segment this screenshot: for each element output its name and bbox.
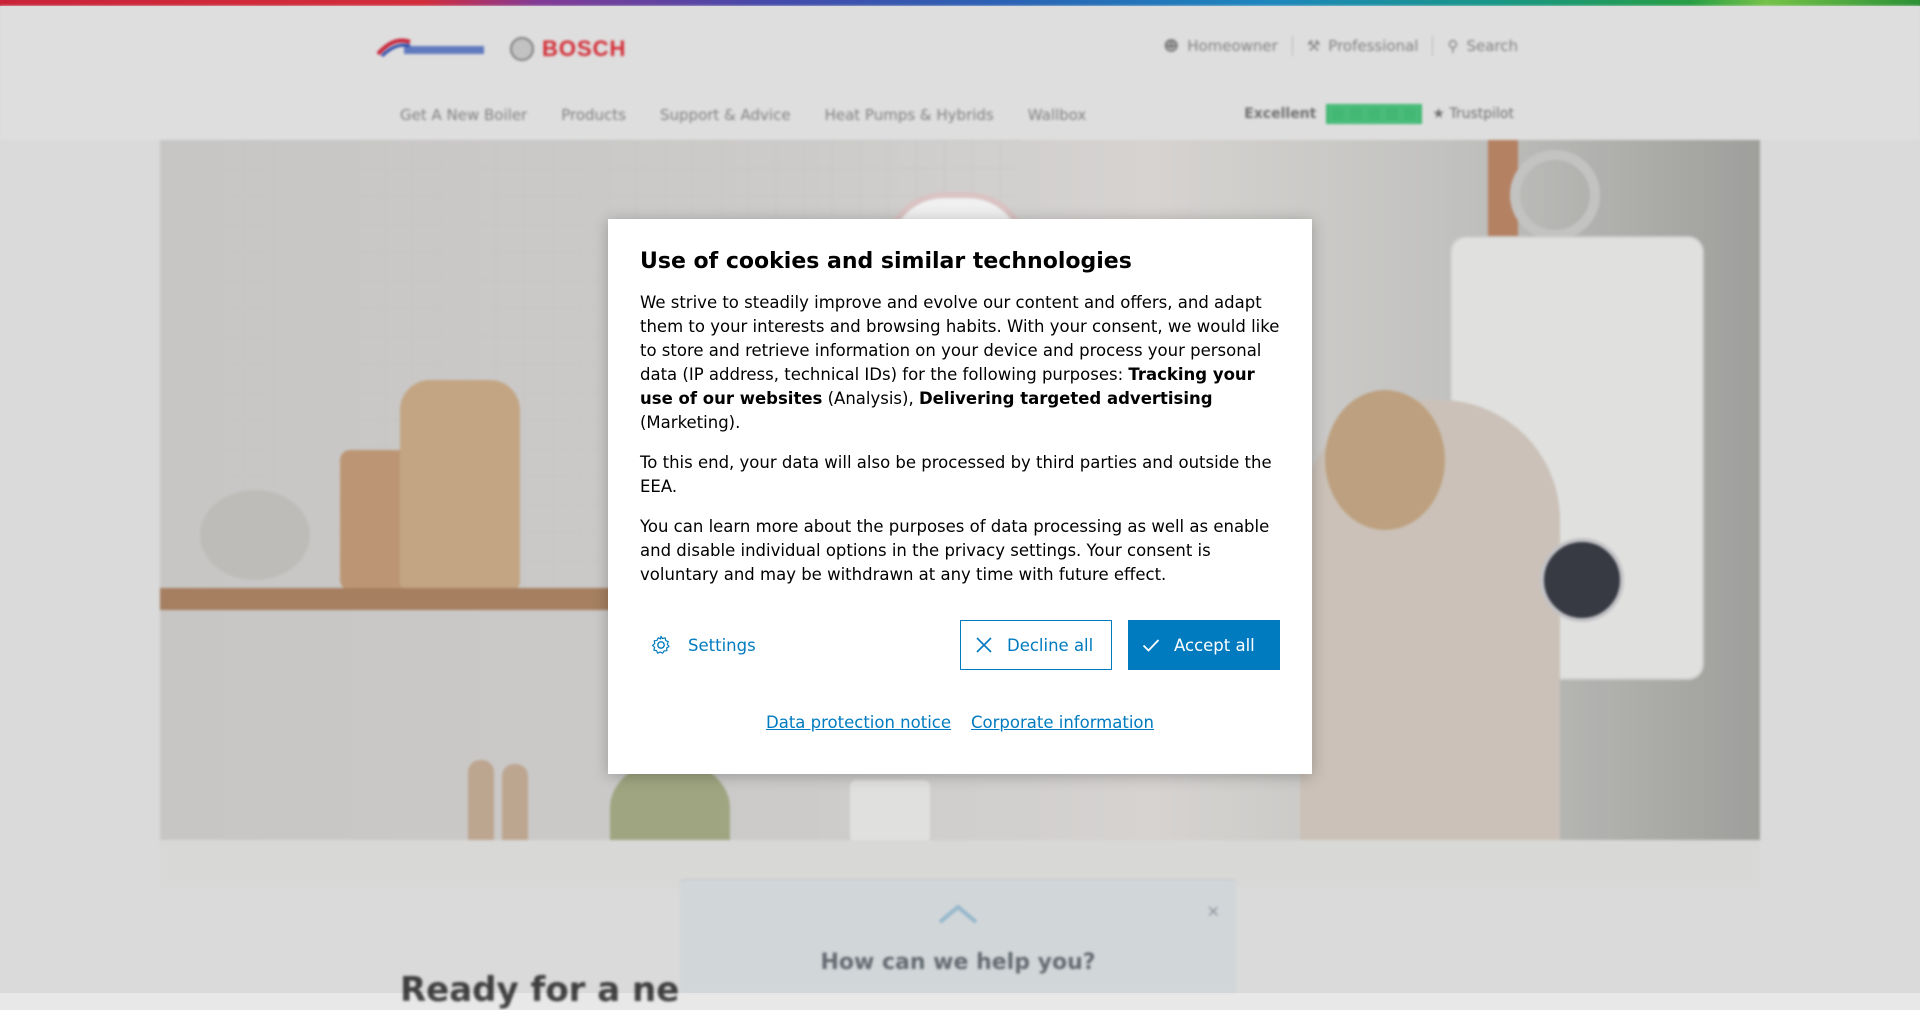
accept-all-button[interactable]: Accept all bbox=[1128, 620, 1280, 670]
settings-label: Settings bbox=[688, 635, 756, 655]
text: (Marketing). bbox=[640, 413, 741, 433]
text: (Analysis), bbox=[822, 389, 919, 409]
cookie-actions: Settings Decline all Accept all bbox=[640, 620, 1280, 670]
cookie-dialog-title: Use of cookies and similar technologies bbox=[640, 249, 1132, 274]
settings-button[interactable]: Settings bbox=[650, 620, 756, 670]
corporate-information-link[interactable]: Corporate information bbox=[971, 713, 1154, 732]
close-icon bbox=[976, 637, 992, 653]
cookie-paragraph-purposes: We strive to steadily improve and evolve… bbox=[640, 291, 1280, 435]
decline-all-button[interactable]: Decline all bbox=[960, 620, 1112, 670]
accept-all-label: Accept all bbox=[1174, 635, 1255, 655]
cookie-paragraph-third-parties: To this end, your data will also be proc… bbox=[640, 453, 1272, 497]
checkmark-icon bbox=[1142, 639, 1160, 652]
purpose-marketing: Delivering targeted advertising bbox=[918, 389, 1213, 409]
decline-all-label: Decline all bbox=[1007, 635, 1094, 655]
gear-icon bbox=[651, 635, 670, 654]
cookie-paragraph-consent: You can learn more about the purposes of… bbox=[640, 517, 1270, 585]
cookie-dialog: Use of cookies and similar technologies … bbox=[608, 219, 1312, 774]
data-protection-notice-link[interactable]: Data protection notice bbox=[766, 713, 951, 732]
cookie-links: Data protection notice Corporate informa… bbox=[608, 713, 1312, 732]
